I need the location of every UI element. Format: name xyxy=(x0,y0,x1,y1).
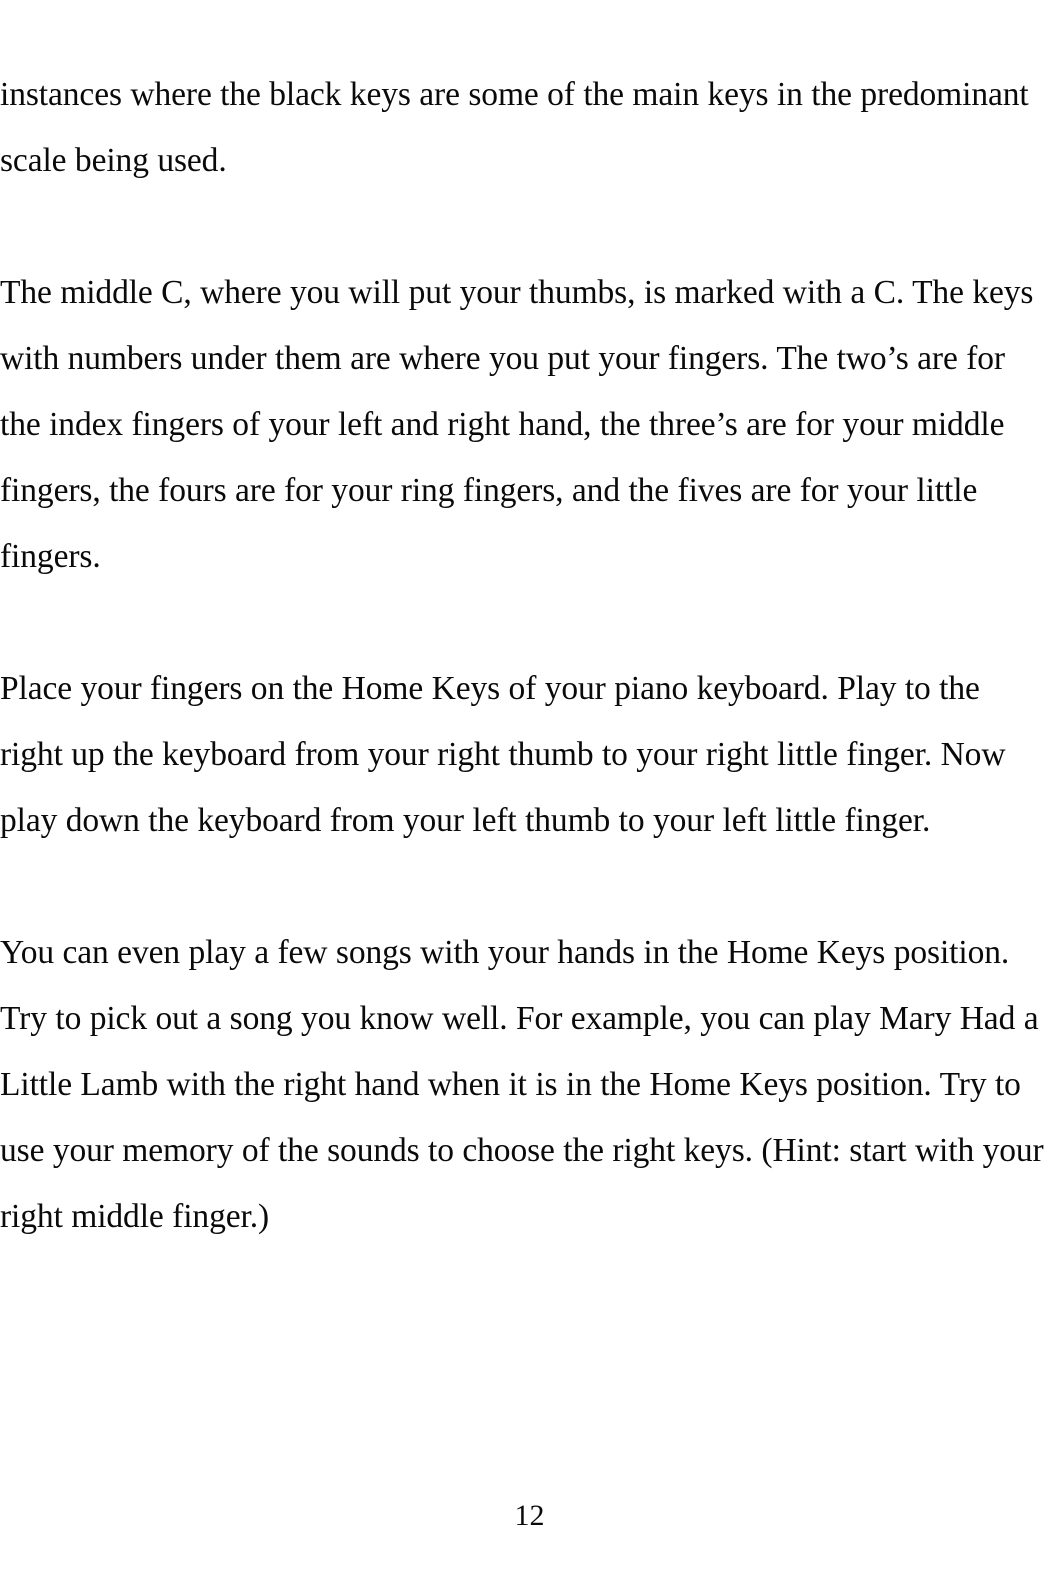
document-page: instances where the black keys are some … xyxy=(0,0,1059,1588)
page-body-text: instances where the black keys are some … xyxy=(0,62,1046,1250)
body-paragraph: instances where the black keys are some … xyxy=(0,76,1029,179)
body-paragraph: The middle C, where you will put your th… xyxy=(0,274,1034,575)
body-paragraph: Place your fingers on the Home Keys of y… xyxy=(0,670,1006,839)
page-number: 12 xyxy=(514,1499,545,1532)
body-paragraph: You can even play a few songs with your … xyxy=(0,934,1044,1235)
